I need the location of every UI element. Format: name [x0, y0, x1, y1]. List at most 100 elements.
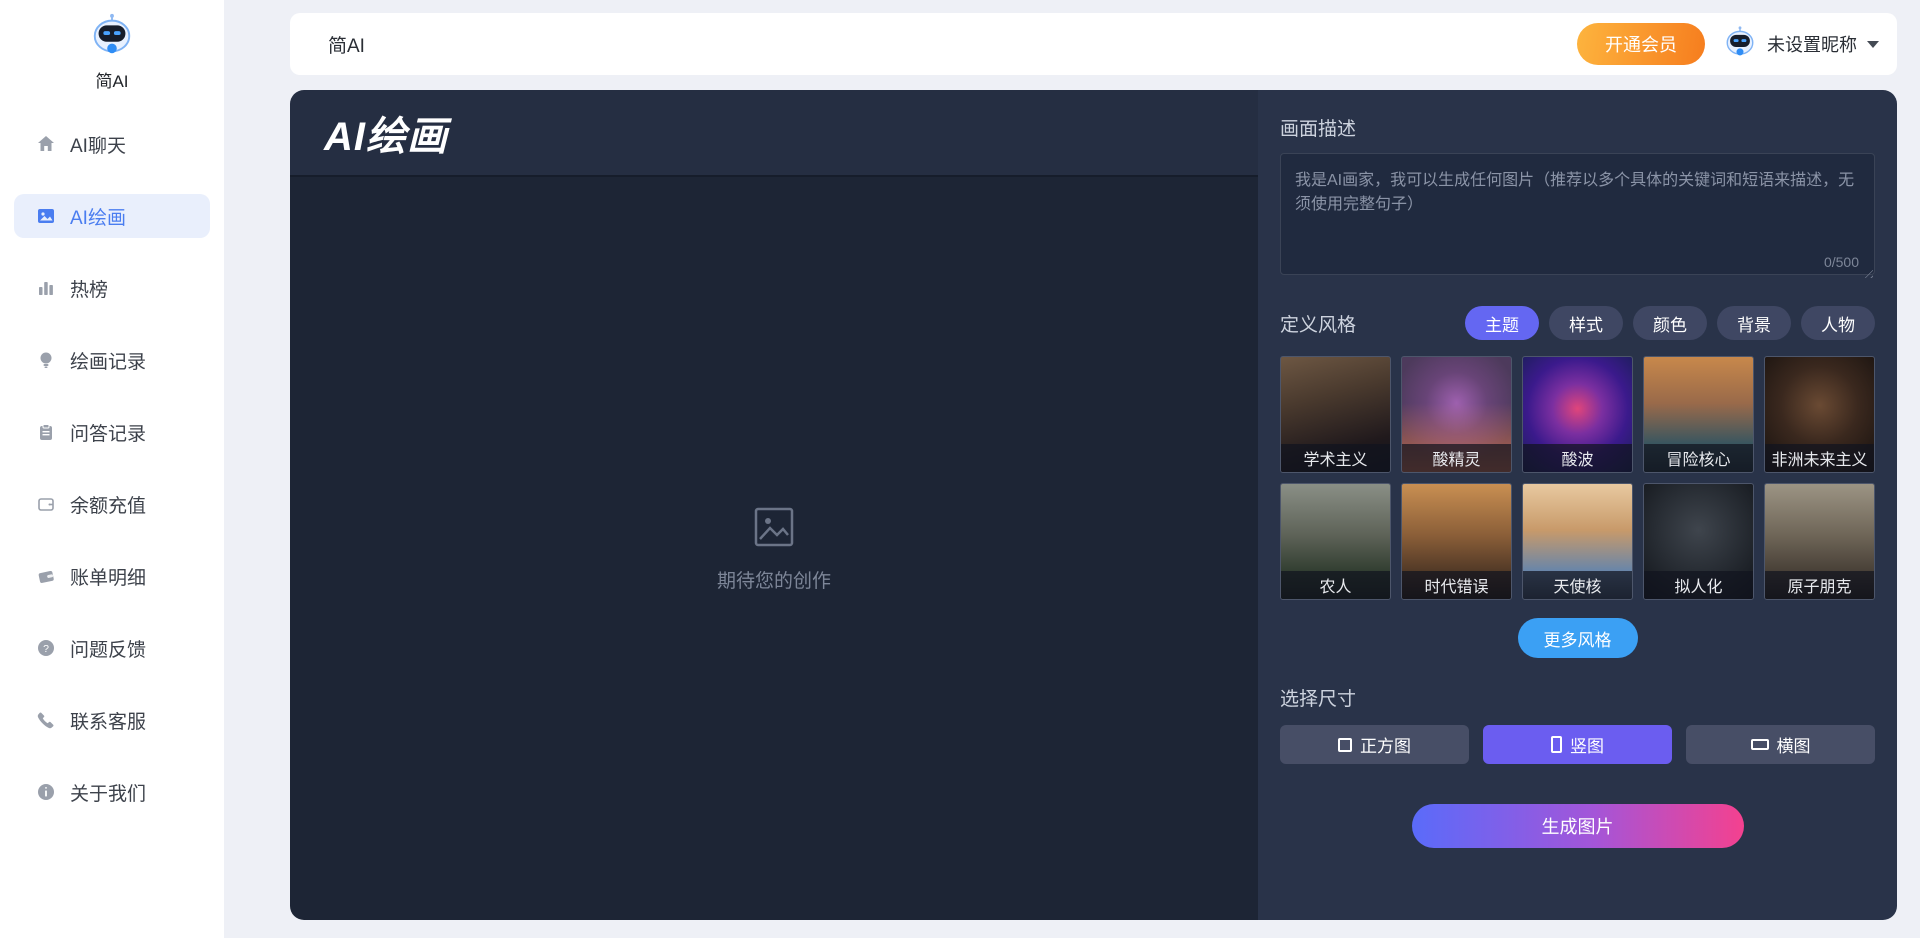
image-icon [36, 206, 56, 226]
sidebar-item-contact-support[interactable]: 联系客服 [14, 698, 210, 742]
chevron-down-icon [1867, 41, 1879, 48]
style-thumb-label: 酸精灵 [1402, 444, 1511, 472]
style-tab-theme[interactable]: 主题 [1465, 306, 1539, 340]
sidebar-item-about-us[interactable]: 关于我们 [14, 770, 210, 814]
sidebar-item-label: AI绘画 [70, 203, 126, 230]
style-thumb-label: 非洲未来主义 [1765, 444, 1874, 472]
sidebar-item-label: AI聊天 [70, 131, 126, 158]
style-thumb-anachronism[interactable]: 时代错误 [1401, 483, 1512, 600]
sidebar: 简AI AI聊天 AI绘画 热榜 [0, 0, 224, 938]
page-title: AI绘画 [324, 104, 448, 162]
landscape-shape-icon [1751, 739, 1769, 750]
style-tab-character[interactable]: 人物 [1801, 306, 1875, 340]
image-placeholder-icon [752, 505, 796, 554]
style-thumb-academicism[interactable]: 学术主义 [1280, 356, 1391, 473]
robot-logo-icon [89, 12, 135, 63]
style-tab-background[interactable]: 背景 [1717, 306, 1791, 340]
svg-text:?: ? [43, 643, 49, 655]
char-counter: 0/500 [1824, 254, 1859, 270]
style-thumb-atompunk[interactable]: 原子朋克 [1764, 483, 1875, 600]
style-thumbnail-grid: 学术主义 酸精灵 酸波 冒险核心 非洲未来主义 农人 时代错误 天使核 拟人化 … [1280, 356, 1875, 600]
size-landscape-button[interactable]: 横图 [1686, 725, 1875, 764]
billing-icon [36, 566, 56, 586]
size-label: 选择尺寸 [1280, 684, 1875, 711]
style-label: 定义风格 [1280, 310, 1356, 337]
generate-image-button[interactable]: 生成图片 [1412, 804, 1744, 848]
style-thumb-anthropomorphic[interactable]: 拟人化 [1643, 483, 1754, 600]
size-portrait-button[interactable]: 竖图 [1483, 725, 1672, 764]
sidebar-item-label: 热榜 [70, 275, 108, 302]
main-card: AI绘画 期待您的创作 画面描述 0/500 定义风格 主题 样式 [290, 90, 1897, 920]
top-header: 简AI 开通会员 未设置昵称 [290, 13, 1897, 75]
sidebar-item-label: 问题反馈 [70, 635, 146, 662]
style-thumb-acid-fairy[interactable]: 酸精灵 [1401, 356, 1512, 473]
username-label: 未设置昵称 [1767, 31, 1857, 57]
user-menu[interactable]: 未设置昵称 [1723, 25, 1879, 64]
canvas-section: AI绘画 期待您的创作 [290, 90, 1258, 920]
sidebar-item-hot-list[interactable]: 热榜 [14, 266, 210, 310]
user-avatar [1723, 25, 1757, 64]
style-thumb-label: 冒险核心 [1644, 444, 1753, 472]
style-thumb-row: 农人 时代错误 天使核 拟人化 原子朋克 [1280, 483, 1875, 600]
style-thumb-label: 原子朋克 [1765, 571, 1874, 599]
control-panel: 画面描述 0/500 定义风格 主题 样式 颜色 背景 人物 学术主义 [1258, 90, 1897, 920]
size-button-group: 正方图 竖图 横图 [1280, 725, 1875, 764]
style-header-row: 定义风格 主题 样式 颜色 背景 人物 [1280, 306, 1875, 340]
clipboard-icon [36, 422, 56, 442]
canvas-empty-text: 期待您的创作 [717, 566, 831, 593]
style-thumb-label: 时代错误 [1402, 571, 1511, 599]
style-thumb-label: 天使核 [1523, 571, 1632, 599]
canvas-title-bar: AI绘画 [290, 90, 1258, 177]
more-styles-row: 更多风格 [1280, 618, 1875, 658]
sidebar-item-label: 关于我们 [70, 779, 146, 806]
style-tab-style[interactable]: 样式 [1549, 306, 1623, 340]
brand-name: 简AI [95, 67, 128, 92]
style-thumb-label: 学术主义 [1281, 444, 1390, 472]
sidebar-item-ai-draw[interactable]: AI绘画 [14, 194, 210, 238]
sidebar-item-draw-history[interactable]: 绘画记录 [14, 338, 210, 382]
style-thumb-angelcore[interactable]: 天使核 [1522, 483, 1633, 600]
sidebar-item-billing-details[interactable]: 账单明细 [14, 554, 210, 598]
size-button-label: 竖图 [1570, 732, 1604, 757]
style-thumb-acid-wave[interactable]: 酸波 [1522, 356, 1633, 473]
style-thumb-label: 酸波 [1523, 444, 1632, 472]
header-right-group: 开通会员 未设置昵称 [1577, 23, 1879, 65]
sidebar-item-ai-chat[interactable]: AI聊天 [14, 122, 210, 166]
question-icon: ? [36, 638, 56, 658]
info-icon [36, 782, 56, 802]
sidebar-item-label: 绘画记录 [70, 347, 146, 374]
sidebar-item-label: 联系客服 [70, 707, 146, 734]
bulb-icon [36, 350, 56, 370]
wallet-icon [36, 494, 56, 514]
square-shape-icon [1338, 738, 1352, 752]
style-thumb-label: 农人 [1281, 571, 1390, 599]
style-thumb-afrofuturism[interactable]: 非洲未来主义 [1764, 356, 1875, 473]
sidebar-item-qa-history[interactable]: 问答记录 [14, 410, 210, 454]
style-tab-group: 主题 样式 颜色 背景 人物 [1465, 306, 1875, 340]
header-app-title: 简AI [328, 31, 365, 58]
style-thumb-row: 学术主义 酸精灵 酸波 冒险核心 非洲未来主义 [1280, 356, 1875, 473]
sidebar-item-label: 问答记录 [70, 419, 146, 446]
sidebar-item-balance-recharge[interactable]: 余额充值 [14, 482, 210, 526]
prompt-textarea[interactable] [1280, 153, 1875, 275]
more-styles-button[interactable]: 更多风格 [1518, 618, 1638, 658]
size-square-button[interactable]: 正方图 [1280, 725, 1469, 764]
sidebar-item-label: 账单明细 [70, 563, 146, 590]
description-label: 画面描述 [1280, 114, 1875, 141]
sidebar-item-label: 余额充值 [70, 491, 146, 518]
portrait-shape-icon [1551, 736, 1562, 753]
size-button-label: 横图 [1777, 732, 1811, 757]
sidebar-menu: AI聊天 AI绘画 热榜 绘画记录 [0, 122, 224, 814]
style-thumb-label: 拟人化 [1644, 571, 1753, 599]
bar-chart-icon [36, 278, 56, 298]
style-thumb-farmer[interactable]: 农人 [1280, 483, 1391, 600]
app-root: 简AI AI聊天 AI绘画 热榜 [0, 0, 1920, 938]
generate-row: 生成图片 [1280, 804, 1875, 848]
style-tab-color[interactable]: 颜色 [1633, 306, 1707, 340]
open-membership-button[interactable]: 开通会员 [1577, 23, 1705, 65]
artwork-canvas: 期待您的创作 [290, 177, 1258, 920]
description-field-wrap: 0/500 [1280, 153, 1875, 280]
sidebar-item-feedback[interactable]: ? 问题反馈 [14, 626, 210, 670]
home-icon [36, 134, 56, 154]
style-thumb-adventure-core[interactable]: 冒险核心 [1643, 356, 1754, 473]
